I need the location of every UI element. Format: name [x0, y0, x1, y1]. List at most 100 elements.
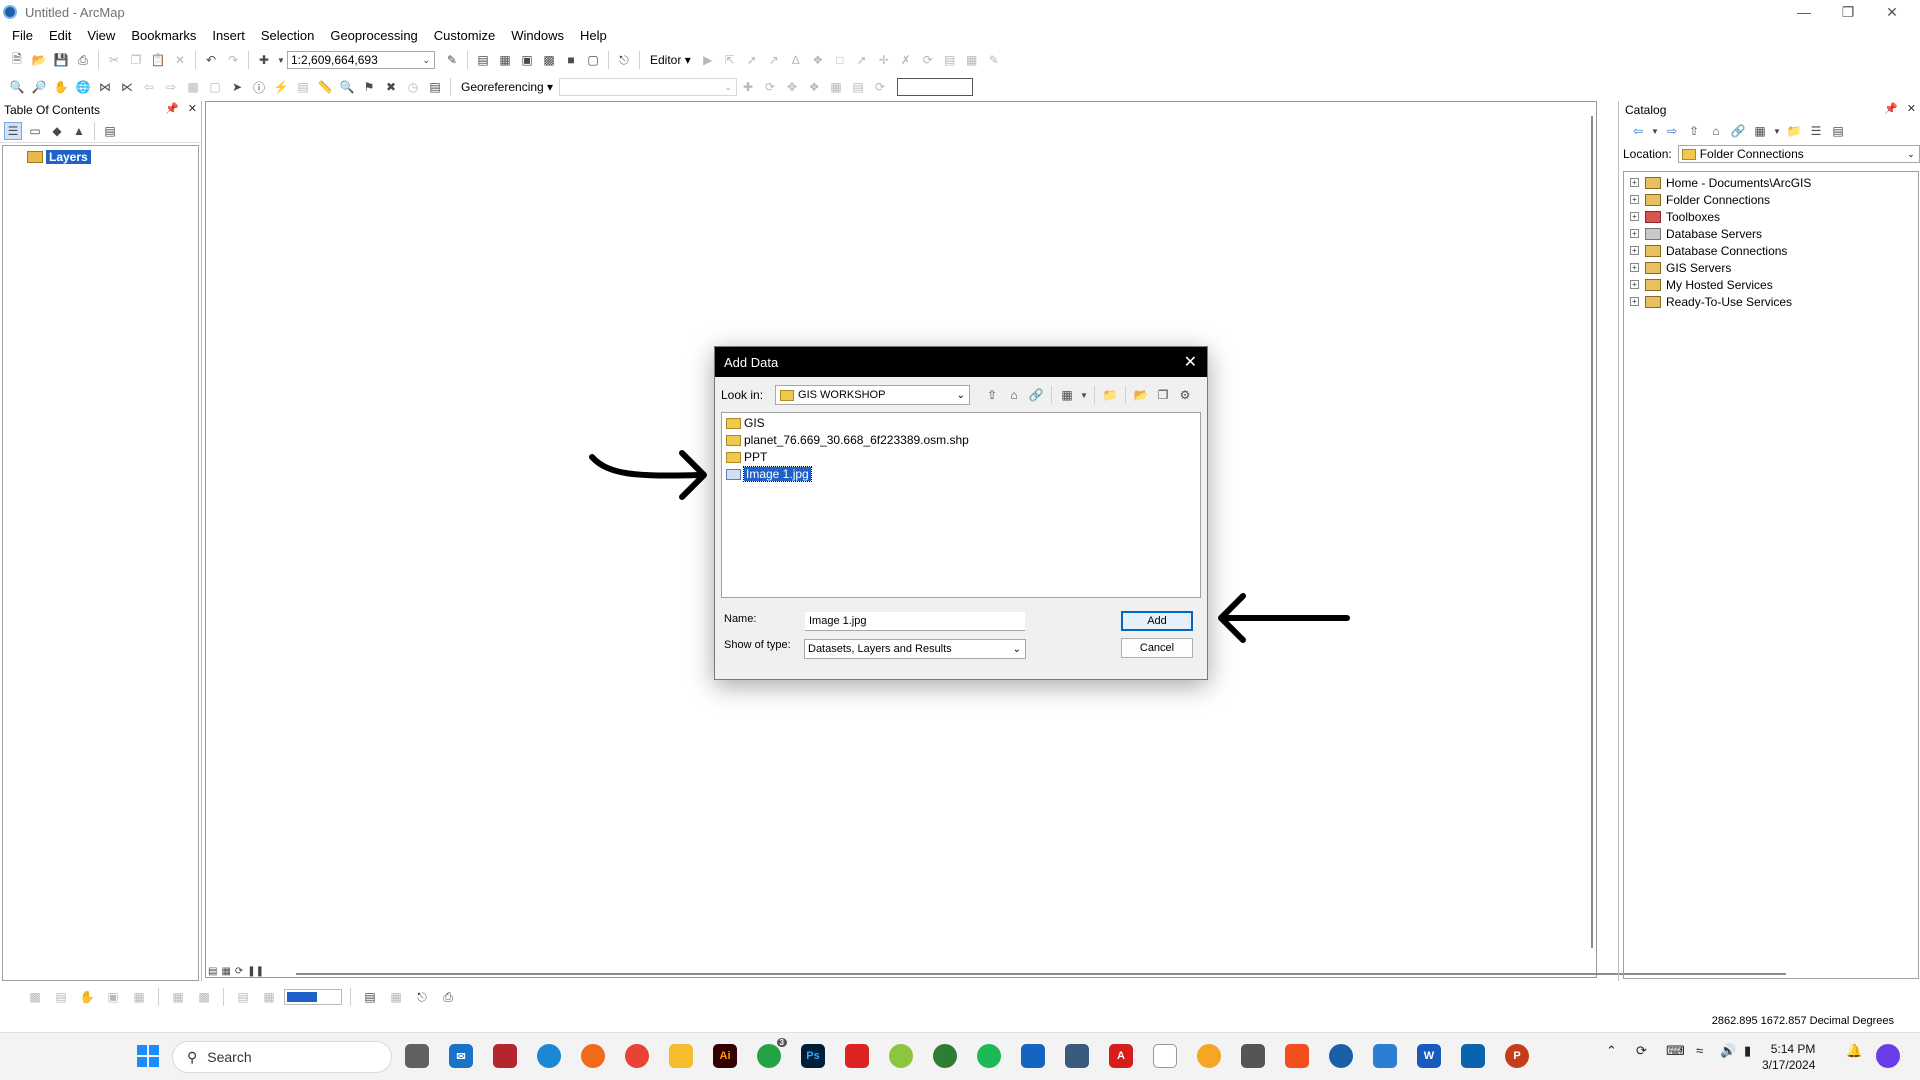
look-in-combo[interactable]: GIS WORKSHOP ⌄: [775, 385, 971, 405]
georef-scale-input[interactable]: [897, 78, 974, 96]
green-app-icon[interactable]: [933, 1044, 957, 1068]
menu-edit[interactable]: Edit: [49, 28, 71, 43]
undo-icon[interactable]: ↶: [202, 51, 220, 69]
tree-item-database-servers[interactable]: + Database Servers: [1624, 225, 1918, 242]
tree-item-home[interactable]: + Home - Documents\ArcGIS: [1624, 174, 1918, 191]
edit-annotation-icon[interactable]: ⇱: [721, 51, 739, 69]
expand-icon[interactable]: +: [1630, 297, 1639, 306]
close-icon[interactable]: ✕: [188, 103, 197, 115]
split-line-icon[interactable]: ✗: [897, 51, 915, 69]
start-button[interactable]: [136, 1044, 160, 1068]
volume-icon[interactable]: 🔊: [1720, 1043, 1736, 1059]
menu-geoprocessing[interactable]: Geoprocessing: [330, 28, 417, 43]
cut-polygons-icon[interactable]: ✛: [875, 51, 893, 69]
whatsapp-icon[interactable]: 3: [757, 1038, 787, 1068]
copilot-icon[interactable]: [1876, 1044, 1900, 1068]
menu-selection[interactable]: Selection: [261, 28, 314, 43]
tree-item-ready-to-use-services[interactable]: + Ready-To-Use Services: [1624, 293, 1918, 310]
map-vertical-scrollbar[interactable]: [1591, 116, 1593, 948]
new-folder-icon[interactable]: 📂: [1132, 386, 1150, 404]
blue-app-icon[interactable]: [1021, 1044, 1045, 1068]
catalog-button-icon[interactable]: ⚙: [1176, 386, 1194, 404]
print-preview-icon[interactable]: ⎙: [439, 988, 457, 1006]
list-item[interactable]: PPT: [726, 449, 767, 465]
sketch-properties-icon[interactable]: ▦: [963, 51, 981, 69]
pin-icon[interactable]: 📌: [1884, 103, 1898, 115]
list-item[interactable]: planet_76.669_30.668_6f223389.osm.shp: [726, 432, 969, 448]
expand-icon[interactable]: +: [1630, 229, 1639, 238]
reshape-icon[interactable]: ➚: [853, 51, 871, 69]
map-scale-combo[interactable]: 1:2,609,664,693 ⌄: [287, 51, 435, 69]
menu-customize[interactable]: Customize: [434, 28, 495, 43]
binoculars-icon[interactable]: ⎋: [413, 988, 431, 1006]
forward-extent-icon[interactable]: ⇨: [162, 78, 180, 96]
pan-page-icon[interactable]: ✋: [78, 988, 96, 1006]
sql-app-icon[interactable]: [1065, 1044, 1089, 1068]
pan-icon[interactable]: ✋: [52, 78, 70, 96]
endpoint-arc-icon[interactable]: ↗: [765, 51, 783, 69]
time-slider-icon[interactable]: ◷: [404, 78, 422, 96]
back-dropdown-icon[interactable]: ▼: [1651, 122, 1659, 140]
photos-app-icon[interactable]: [1461, 1044, 1485, 1068]
edit-vertices-icon[interactable]: □: [831, 51, 849, 69]
minimize-button[interactable]: —: [1782, 0, 1826, 24]
view-dropdown-icon[interactable]: ▼: [1080, 386, 1088, 404]
editor-toolbar-icon[interactable]: ✎: [443, 51, 461, 69]
powerpoint-icon[interactable]: P: [1505, 1044, 1529, 1068]
add-button[interactable]: Add: [1121, 611, 1193, 631]
zoom-percent-combo[interactable]: [284, 989, 342, 1005]
go-to-default-icon[interactable]: 🔗: [1027, 386, 1045, 404]
tree-item-gis-servers[interactable]: + GIS Servers: [1624, 259, 1918, 276]
menu-view[interactable]: View: [87, 28, 115, 43]
paste-icon[interactable]: 📋: [149, 51, 167, 69]
forward-icon[interactable]: ⇨: [1663, 122, 1681, 140]
scale-georef-icon[interactable]: ❖: [805, 78, 823, 96]
edit-tool-icon[interactable]: ▶: [699, 51, 717, 69]
firefox-icon[interactable]: [581, 1044, 605, 1068]
list-by-selection-icon[interactable]: ▲: [70, 122, 88, 140]
view-list-icon[interactable]: ▦: [1058, 386, 1076, 404]
mail-app-icon[interactable]: ✉: [449, 1044, 473, 1068]
catalog-window-icon[interactable]: ▣: [518, 51, 536, 69]
settings-app-icon[interactable]: [1241, 1044, 1265, 1068]
blender-icon[interactable]: [1197, 1044, 1221, 1068]
wifi-icon[interactable]: ≈: [1696, 1043, 1703, 1058]
cancel-button[interactable]: Cancel: [1121, 638, 1193, 658]
fixed-zoom-in-icon[interactable]: ⋈: [96, 78, 114, 96]
word-icon[interactable]: W: [1417, 1044, 1441, 1068]
full-extent-icon[interactable]: 🌐: [74, 78, 92, 96]
zoom-in-page-icon[interactable]: ▤: [52, 988, 70, 1006]
zoom-100-icon[interactable]: ▣: [104, 988, 122, 1006]
zoom-whole-page-icon[interactable]: ▩: [26, 988, 44, 1006]
pin-icon[interactable]: 📌: [165, 103, 179, 115]
close-icon[interactable]: ✕: [1907, 103, 1916, 115]
expand-icon[interactable]: +: [1630, 212, 1639, 221]
views-icon[interactable]: ▦: [1751, 122, 1769, 140]
control-points-table-icon[interactable]: ▦: [827, 78, 845, 96]
list-by-visibility-icon[interactable]: ◆: [48, 122, 66, 140]
file-explorer-icon[interactable]: [669, 1044, 693, 1068]
html-popup-icon[interactable]: ▤: [294, 78, 312, 96]
edge-browser-icon[interactable]: [537, 1044, 561, 1068]
task-view-icon[interactable]: [405, 1044, 429, 1068]
name-field[interactable]: [805, 612, 1025, 631]
arctoolbox-icon[interactable]: ■: [562, 51, 580, 69]
back-icon[interactable]: ⇦: [1629, 122, 1647, 140]
rotate-georef-icon[interactable]: ⟳: [761, 78, 779, 96]
rotate-icon[interactable]: ⟳: [919, 51, 937, 69]
back-extent-icon[interactable]: ⇦: [140, 78, 158, 96]
focus-data-frame-icon[interactable]: ▩: [195, 988, 213, 1006]
zoom-out-icon[interactable]: 🔎: [30, 78, 48, 96]
layout-view-small-icon[interactable]: ▦: [221, 966, 230, 977]
keyboard-icon[interactable]: ⌨: [1666, 1043, 1685, 1059]
qgis-icon[interactable]: [889, 1044, 913, 1068]
tree-item-my-hosted-services[interactable]: + My Hosted Services: [1624, 276, 1918, 293]
link-table-icon[interactable]: ▤: [849, 78, 867, 96]
data-view-icon[interactable]: ▤: [208, 966, 217, 977]
type-select[interactable]: Datasets, Layers and Results ⌄: [804, 639, 1026, 659]
select-elements-icon[interactable]: ➤: [228, 78, 246, 96]
expand-icon[interactable]: +: [1630, 178, 1639, 187]
home-folder-icon[interactable]: ⌂: [1005, 386, 1023, 404]
expand-icon[interactable]: +: [1630, 195, 1639, 204]
straight-segment-icon[interactable]: ➚: [743, 51, 761, 69]
